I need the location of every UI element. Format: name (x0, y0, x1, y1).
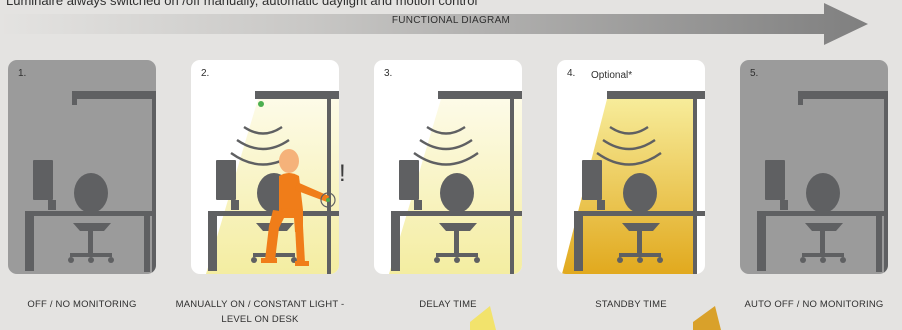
caption-1: OFF / NO MONITORING (27, 299, 137, 310)
panel-1-off: 1. (8, 60, 156, 274)
panel-1-number: 1. (18, 68, 27, 79)
office-scene-5 (757, 91, 888, 274)
panel-5-number: 5. (750, 68, 759, 79)
light-beam-shape-left (470, 306, 496, 330)
panel-4-standby: 4. Optional* (557, 60, 705, 274)
light-beam-shape-right (693, 306, 721, 330)
caption-3: DELAY TIME (419, 299, 477, 310)
panel-2-manual-on: 2. (191, 60, 339, 274)
office-scene-3 (389, 91, 522, 274)
panel-2-number: 2. (201, 68, 210, 79)
functional-diagram-label: FUNCTIONAL DIAGRAM (391, 15, 511, 26)
optional-note: Optional* (591, 70, 633, 81)
office-scene-4 (562, 91, 705, 274)
caption-5: AUTO OFF / NO MONITORING (744, 299, 884, 310)
panel-4-number: 4. (567, 68, 576, 79)
office-scene-2 (206, 91, 339, 274)
panel-3-number: 3. (384, 68, 393, 79)
caption-2: MANUALLY ON / CONSTANT LIGHT - LEVEL ON … (175, 299, 345, 325)
exclamation-mark: ! (339, 160, 346, 187)
panel-3-delay: 3. (374, 60, 522, 274)
panel-5-auto-off: 5. (740, 60, 888, 274)
office-scene-1 (25, 91, 156, 274)
